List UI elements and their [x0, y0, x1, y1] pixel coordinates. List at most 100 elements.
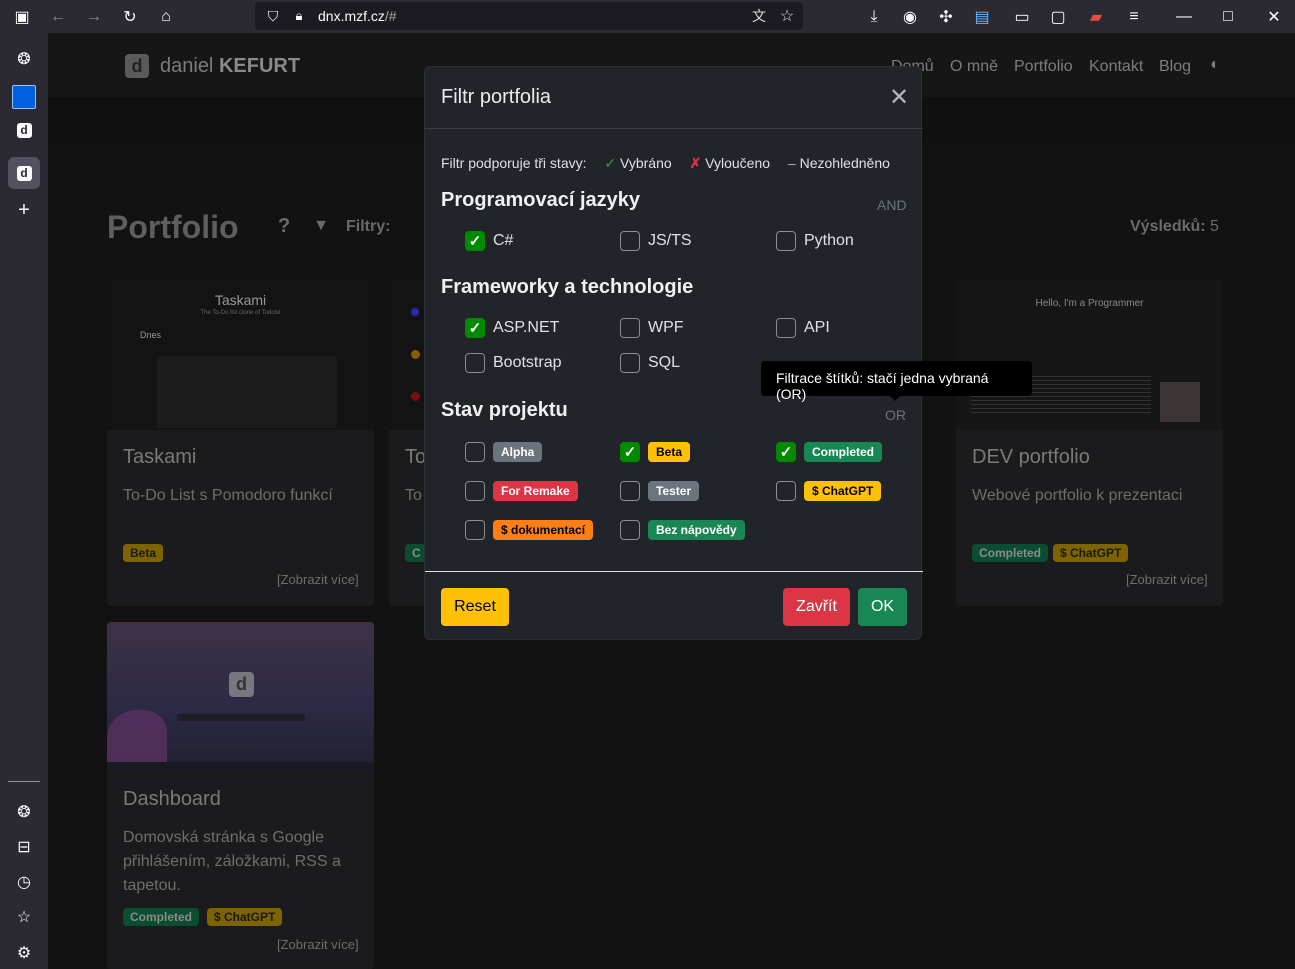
label-csharp[interactable]: C# [493, 232, 513, 250]
reload-icon[interactable]: ↻ [118, 5, 142, 29]
lock-icon[interactable]: 🔒︎ [287, 4, 311, 28]
tag-tester[interactable]: Tester [648, 481, 700, 501]
bookmarks-icon[interactable]: ☆ [12, 905, 36, 929]
portfolio-title: Portfolio [107, 209, 239, 245]
checkbox-api[interactable] [776, 318, 796, 338]
reset-button[interactable]: Reset [441, 588, 509, 626]
container-icon[interactable]: ▭ [1010, 5, 1034, 29]
filters-label[interactable]: Filtry: [346, 218, 390, 236]
label-wpf[interactable]: WPF [648, 319, 684, 337]
tag-completed[interactable]: Completed [804, 442, 883, 462]
close-window-icon[interactable]: ✕ [1262, 5, 1286, 29]
checkbox-for-remake[interactable] [465, 481, 485, 501]
tag-no-help[interactable]: Bez nápovědy [648, 520, 745, 540]
chatgpt-bottom-icon[interactable]: ❂ [12, 800, 36, 824]
tag-alpha[interactable]: Alpha [493, 442, 543, 462]
card-description: To [405, 487, 422, 504]
settings-gear-icon[interactable]: ⚙ [12, 941, 36, 965]
filter-icon[interactable]: ▼ [313, 217, 329, 235]
add-tab-icon[interactable]: + [12, 198, 36, 222]
label-api[interactable]: API [804, 319, 830, 337]
tab-blue-icon[interactable] [12, 85, 36, 109]
label-python[interactable]: Python [804, 232, 854, 250]
checkbox-sql[interactable] [620, 353, 640, 373]
menu-icon[interactable]: ≡ [1122, 5, 1146, 29]
checkbox-csharp[interactable]: ✓ [465, 231, 485, 251]
logo-icon[interactable]: d [125, 54, 149, 78]
checkbox-completed[interactable]: ✓ [776, 442, 796, 462]
card-title: DEV portfolio [972, 446, 1090, 468]
project-card-dev-portfolio[interactable]: Hello, I'm a Programmer DEV portfolio We… [956, 280, 1223, 606]
minimize-icon[interactable]: — [1172, 5, 1196, 29]
sidebar-panel-icon[interactable]: ▢ [1046, 5, 1070, 29]
tag-for-remake[interactable]: For Remake [493, 481, 578, 501]
tag-beta[interactable]: Beta [648, 442, 691, 462]
forward-icon[interactable]: → [82, 5, 106, 29]
close-icon[interactable]: ✕ [887, 84, 911, 111]
sidebar-divider [8, 781, 40, 782]
checkbox-bootstrap[interactable] [465, 353, 485, 373]
account-icon[interactable]: ◉ [898, 5, 922, 29]
checkbox-python[interactable] [776, 231, 796, 251]
synced-tabs-icon[interactable]: ⊟ [12, 835, 36, 859]
card-description: Webové portfolio k prezentaci [972, 487, 1183, 504]
url-bar[interactable]: ⛉ 🔒︎ dnx.mzf.cz/# 文 ☆ [255, 2, 803, 30]
downloads-icon[interactable]: ⤓ [862, 5, 886, 29]
checkbox-tester[interactable] [620, 481, 640, 501]
url-text[interactable]: dnx.mzf.cz/# [318, 8, 397, 24]
ok-button[interactable]: OK [858, 588, 907, 626]
checkbox-wpf[interactable] [620, 318, 640, 338]
sidebar-toggle-icon[interactable]: ▣ [10, 5, 34, 29]
label-aspnet[interactable]: ASP.NET [493, 319, 559, 337]
show-more-link[interactable]: [Zobrazit více] [277, 937, 359, 952]
label-sql[interactable]: SQL [648, 354, 680, 372]
home-icon[interactable]: ⌂ [154, 5, 178, 29]
nav-blog[interactable]: Blog [1159, 58, 1191, 76]
nav-contact[interactable]: Kontakt [1089, 58, 1143, 76]
show-more-link[interactable]: [Zobrazit více] [1126, 572, 1208, 587]
maximize-icon[interactable]: □ [1216, 5, 1240, 29]
results-count: Výsledků: 5 [1130, 218, 1219, 236]
logo-first: daniel [160, 55, 214, 77]
project-card-dashboard[interactable]: d Dashboard Domovská stránka s Google př… [107, 622, 374, 969]
bookmark-star-icon[interactable]: ☆ [775, 4, 799, 28]
checkbox-beta[interactable]: ✓ [620, 442, 640, 462]
modal-footer-divider [425, 571, 923, 572]
tab-site-active-icon[interactable]: d [8, 157, 40, 189]
todoist-icon[interactable]: ▰ [1084, 5, 1108, 29]
section-title-frameworks: Frameworky a technologie [441, 276, 694, 298]
checkbox-aspnet[interactable]: ✓ [465, 318, 485, 338]
history-icon[interactable]: ◷ [12, 870, 36, 894]
checkbox-alpha[interactable] [465, 442, 485, 462]
thumb-tree [107, 710, 167, 765]
close-button[interactable]: Zavřít [783, 588, 850, 626]
theme-toggle-icon[interactable]: ◐ [1206, 56, 1224, 74]
extensions-icon[interactable]: ✣ [934, 5, 958, 29]
extension-screenshot-icon[interactable]: ▤ [970, 5, 994, 29]
project-card-taskami[interactable]: Taskami The To-Do list clone of Todoist … [107, 280, 374, 606]
label-jsts[interactable]: JS/TS [648, 232, 692, 250]
show-more-link[interactable]: [Zobrazit více] [277, 572, 359, 587]
chatgpt-icon[interactable]: ❂ [12, 47, 36, 71]
shield-icon[interactable]: ⛉ [261, 4, 285, 28]
nav-about[interactable]: O mně [950, 58, 998, 76]
section-operator-and: AND [877, 197, 907, 213]
section-operator-or: OR [885, 407, 906, 423]
logo-text[interactable]: daniel KEFURT [160, 55, 300, 78]
checkbox-no-help[interactable] [620, 520, 640, 540]
card-description: Domovská stránka s Google přihlášením, z… [123, 829, 341, 894]
thumb-today: Dnes [140, 330, 162, 340]
tag-chatgpt[interactable]: $ ChatGPT [804, 481, 882, 501]
back-icon[interactable]: ← [46, 5, 70, 29]
checkbox-jsts[interactable] [620, 231, 640, 251]
checkbox-documentation[interactable] [465, 520, 485, 540]
nav-portfolio[interactable]: Portfolio [1014, 58, 1073, 76]
tab-site-icon[interactable]: d [12, 118, 36, 142]
label-bootstrap[interactable]: Bootstrap [493, 354, 561, 372]
translate-icon[interactable]: 文 [747, 4, 771, 28]
help-icon[interactable]: ? [278, 215, 290, 238]
tag-documentation[interactable]: $ dokumentací [493, 520, 594, 540]
results-number: 5 [1210, 218, 1219, 235]
results-label: Výsledků: [1130, 218, 1206, 235]
checkbox-chatgpt[interactable] [776, 481, 796, 501]
